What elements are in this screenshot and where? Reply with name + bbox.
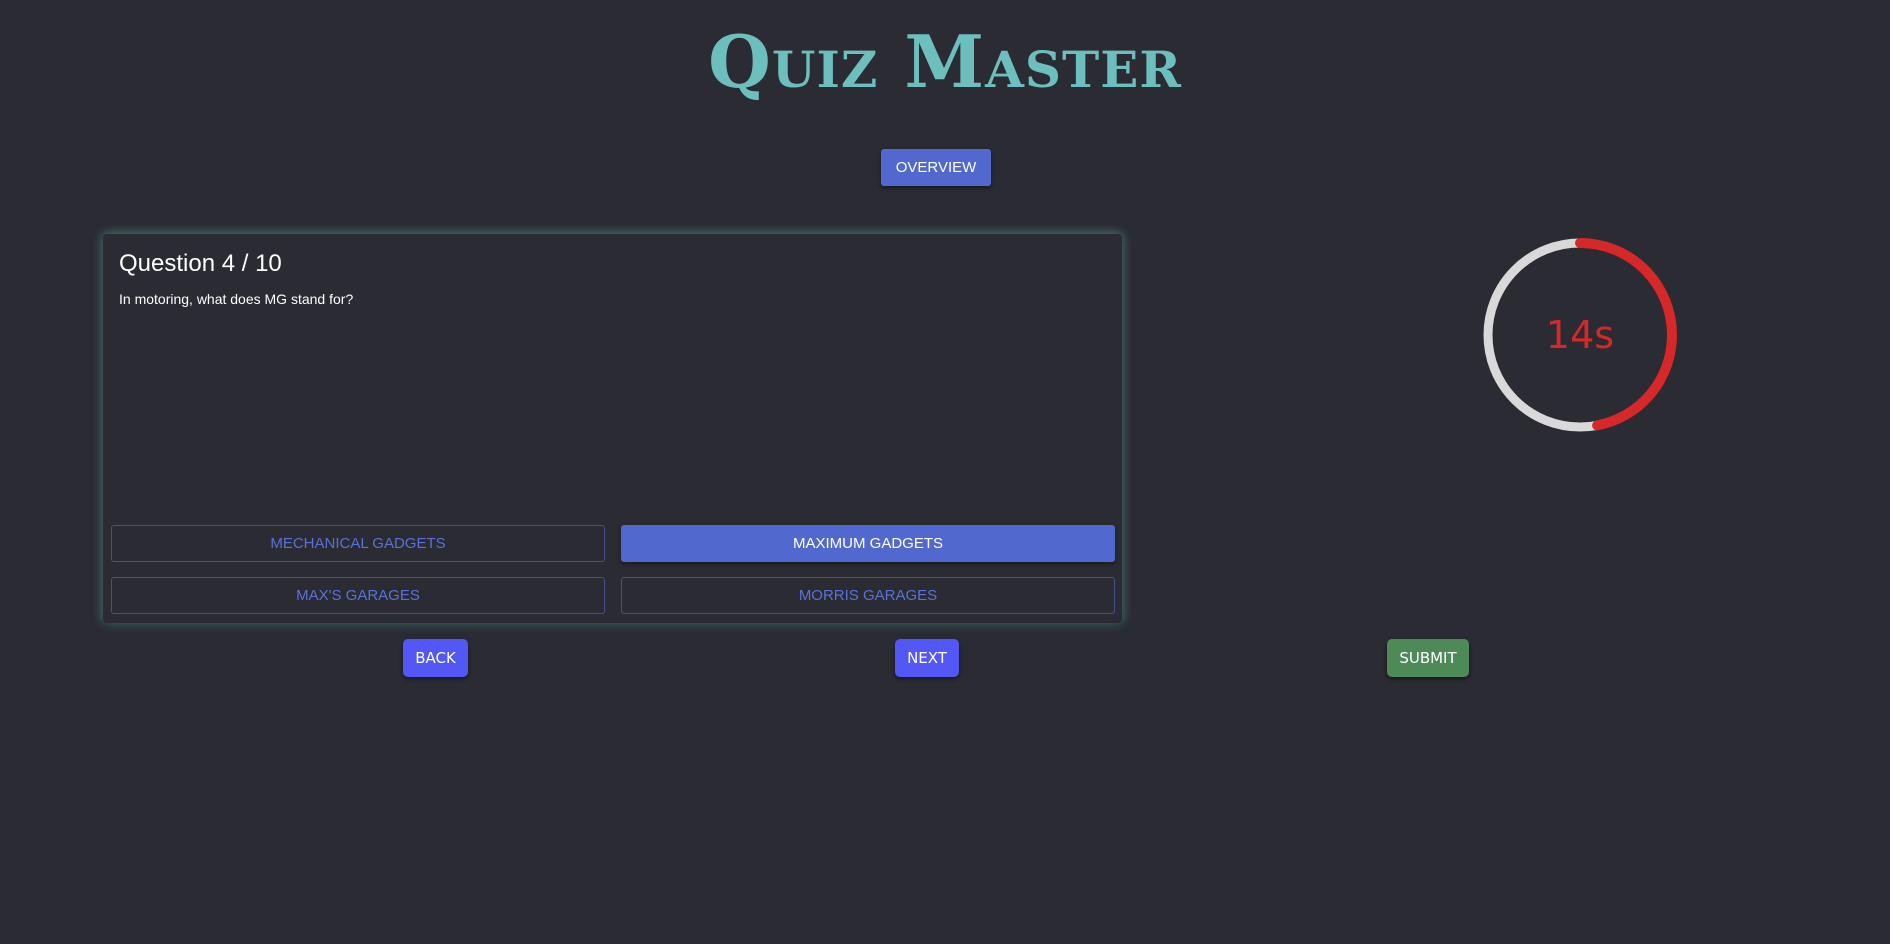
app-title: Quiz Master <box>708 19 1182 104</box>
question-number: Question 4 / 10 <box>119 250 282 277</box>
submit-button[interactable]: SUBMIT <box>1387 639 1469 677</box>
answer-option-3[interactable]: MAX'S GARAGES <box>111 577 605 614</box>
answer-option-2[interactable]: MAXIMUM GADGETS <box>621 525 1115 562</box>
back-button[interactable]: BACK <box>403 639 468 677</box>
question-text: In motoring, what does MG stand for? <box>119 291 354 307</box>
countdown-timer: 14s <box>1475 230 1685 440</box>
next-button[interactable]: NEXT <box>895 639 959 677</box>
timer-label: 14s <box>1545 313 1615 357</box>
answer-option-4[interactable]: MORRIS GARAGES <box>621 577 1115 614</box>
question-card: Question 4 / 10 In motoring, what does M… <box>103 234 1122 623</box>
answer-option-1[interactable]: MECHANICAL GADGETS <box>111 525 605 562</box>
quiz-app: Quiz Master OVERVIEW Question 4 / 10 In … <box>0 0 1890 944</box>
overview-button[interactable]: OVERVIEW <box>881 149 991 186</box>
